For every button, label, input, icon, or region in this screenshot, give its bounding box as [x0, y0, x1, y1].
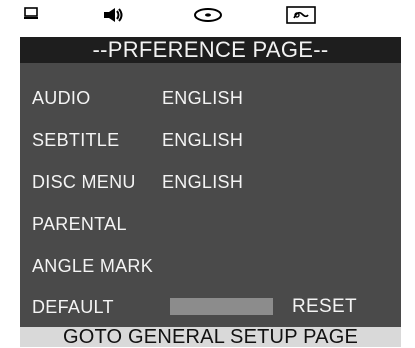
audio-value[interactable]: ENGLISH	[162, 87, 243, 109]
page-title: --PRFERENCE PAGE--	[20, 37, 401, 63]
subtitle-value[interactable]: ENGLISH	[162, 129, 243, 151]
reset-option[interactable]: RESET	[292, 296, 357, 318]
setup-icon-bar	[0, 0, 415, 37]
footer-status: GOTO GENERAL SETUP PAGE	[20, 327, 401, 347]
menu-panel: AUDIO ENGLISH SEBTITLE ENGLISH DISC MENU…	[20, 63, 401, 327]
menu-item-angle-mark[interactable]: ANGLE MARK	[32, 255, 153, 277]
selection-highlight[interactable]	[170, 298, 273, 315]
menu-item-default[interactable]: DEFAULT	[32, 296, 114, 318]
speaker-icon[interactable]	[103, 6, 125, 24]
menu-item-disc-menu[interactable]: DISC MENU	[32, 171, 136, 193]
monitor-icon[interactable]	[23, 6, 39, 22]
menu-item-subtitle[interactable]: SEBTITLE	[32, 129, 119, 151]
preference-icon[interactable]	[286, 6, 316, 24]
menu-item-parental[interactable]: PARENTAL	[32, 213, 127, 235]
menu-item-audio[interactable]: AUDIO	[32, 87, 91, 109]
disc-menu-value[interactable]: ENGLISH	[162, 171, 243, 193]
disc-icon[interactable]	[193, 6, 223, 24]
